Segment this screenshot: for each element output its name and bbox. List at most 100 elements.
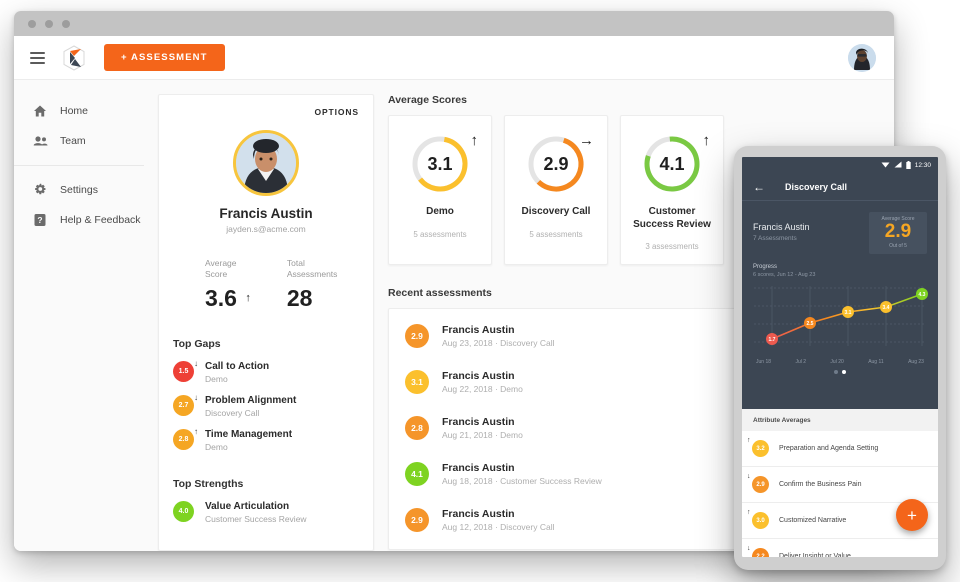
point-label: 4.3: [919, 292, 926, 298]
score-badge: 2.9: [405, 324, 429, 348]
profile-card: OPTIONS Francis Austin jayden.s@acme.com…: [158, 94, 374, 551]
chart-points: 1.7 2.5 3.1 3.4 4.3: [766, 287, 928, 345]
list-item[interactable]: 2.8 ↑ Time Management Demo: [173, 426, 359, 452]
point-label: 2.5: [807, 321, 814, 327]
profile-name: Francis Austin: [219, 206, 313, 221]
score-value: 4.0: [178, 507, 189, 515]
stat-total-assessments: Total Assessments 28: [287, 258, 338, 312]
assessment-type: Demo: [500, 384, 523, 394]
assessment-date: Aug 18, 2018: [442, 476, 493, 486]
score-badge: 4.0: [173, 500, 194, 522]
gauge-card-discovery-call[interactable]: 2.9 → Discovery Call 5 assessments: [504, 115, 608, 265]
signal-icon: [894, 161, 902, 170]
assessment-person: Francis Austin: [442, 508, 515, 520]
profile-photo: [233, 130, 299, 196]
hamburger-icon[interactable]: [30, 51, 45, 64]
list-item[interactable]: 2.7 ↓ Problem Alignment Discovery Call: [173, 393, 359, 418]
assessment-date: Aug 12, 2018: [442, 522, 493, 532]
x-tick-label: Aug 23: [908, 358, 924, 365]
trend-icon: ↓: [194, 358, 198, 368]
point-label: 3.4: [883, 305, 890, 311]
list-item[interactable]: 2.2 ↓ Deliver Insight or Value: [742, 539, 938, 557]
gauge-count: 5 assessments: [413, 229, 467, 239]
average-scores-title: Average Scores: [388, 94, 467, 106]
trend-up-icon: ↑: [245, 291, 251, 304]
sidebar-divider: [14, 165, 144, 166]
gauge-label: Customer Success Review: [633, 206, 711, 230]
mobile-device-mockup: 12:30 ← Discovery Call Francis Austin 7 …: [734, 146, 946, 570]
stat-value: 3.6: [205, 284, 237, 311]
separator: ·: [494, 476, 498, 486]
trend-up-icon: ↑: [470, 132, 479, 149]
window-minimize-button[interactable]: [45, 19, 53, 28]
x-tick-label: Aug 11: [868, 358, 884, 365]
separator: ·: [494, 384, 498, 394]
score-badge: 2.2 ↓: [747, 545, 769, 557]
score-value: 3.0: [756, 517, 765, 524]
window-titlebar: [14, 11, 894, 36]
chart-gridlines: [754, 285, 926, 346]
separator: ·: [494, 430, 498, 440]
sidebar-item-label: Home: [60, 105, 89, 117]
assessment-person: Francis Austin: [442, 324, 515, 336]
gauge-card-customer-success-review[interactable]: 4.1 ↑ Customer Success Review 3 assessme…: [620, 115, 724, 265]
assessment-type: Demo: [500, 430, 523, 440]
attribute-name: Value Articulation: [205, 500, 290, 512]
attribute-name: Problem Alignment: [205, 394, 297, 406]
trend-icon: ↓: [194, 392, 198, 402]
avatar[interactable]: [848, 44, 876, 72]
back-arrow-icon[interactable]: ←: [753, 181, 765, 193]
score-value: 3.2: [756, 445, 765, 452]
app-logo-icon[interactable]: [62, 44, 86, 71]
sidebar-item-home[interactable]: Home: [14, 96, 144, 126]
battery-icon: [906, 160, 911, 171]
top-strengths-title: Top Strengths: [173, 477, 244, 490]
options-button[interactable]: OPTIONS: [173, 107, 359, 117]
assessment-meta: Aug 22, 2018 · Demo: [442, 384, 523, 394]
x-tick-label: Jun 18: [756, 358, 772, 365]
gauge-customer-success-review: 4.1 ↑: [640, 132, 710, 196]
assessment-meta: Aug 12, 2018 · Discovery Call: [442, 522, 555, 532]
help-icon: ?: [32, 212, 48, 228]
gauge-card-demo[interactable]: 3.1 ↑ Demo 5 assessments: [388, 115, 492, 265]
gauge-value: 4.1: [659, 153, 685, 174]
list-item[interactable]: 3.2 ↑ Preparation and Agenda Setting: [742, 431, 938, 467]
window-close-button[interactable]: [28, 19, 36, 28]
clock-label: 12:30: [914, 162, 931, 169]
mobile-person-name: Francis Austin: [753, 222, 810, 232]
score-badge: 1.5 ↓: [173, 359, 198, 382]
pager-dot-active[interactable]: [842, 369, 846, 374]
stat-label-line2: Assessments: [286, 269, 338, 280]
attribute-type: Discovery Call: [205, 407, 260, 418]
assessment-type: Customer Success Review: [500, 476, 602, 486]
window-maximize-button[interactable]: [62, 19, 70, 28]
sidebar-item-label: Help & Feedback: [60, 214, 141, 226]
profile-stats: Average Score 3.6 ↑ Total Assessments 28: [173, 258, 359, 312]
score-badge: 3.1: [405, 370, 429, 394]
list-item[interactable]: 4.0 Value Articulation Customer Success …: [173, 500, 359, 524]
carousel-pager[interactable]: [750, 369, 930, 374]
stat-label-line1: Average: [205, 258, 237, 268]
sidebar-item-settings[interactable]: Settings: [14, 175, 144, 205]
pager-dot[interactable]: [834, 369, 838, 374]
people-icon: [32, 133, 48, 149]
trend-flat-icon: →: [579, 132, 594, 149]
list-item[interactable]: 2.9 ↓ Confirm the Business Pain: [742, 467, 938, 503]
score-value: 2.9: [884, 221, 912, 242]
score-badge: 2.9 ↓: [747, 473, 769, 493]
list-item[interactable]: 1.5 ↓ Call to Action Demo: [173, 359, 359, 384]
sidebar-item-help[interactable]: ? Help & Feedback: [14, 205, 144, 235]
score-value: 1.5: [178, 367, 189, 375]
score-badge: 2.7 ↓: [173, 393, 198, 416]
add-fab-button[interactable]: +: [896, 499, 928, 531]
trend-icon: ↑: [194, 426, 198, 436]
mobile-hero: Francis Austin 7 Assessments Average Sco…: [742, 201, 938, 254]
attribute-averages-panel: Attribute Averages 3.2 ↑ Preparation and…: [742, 409, 938, 557]
progress-subtitle: 6 scores, Jun 12 - Aug 23: [753, 271, 816, 278]
gauge-discovery-call: 2.9 →: [524, 132, 594, 196]
gauge-count: 5 assessments: [529, 229, 583, 239]
trend-up-icon: ↑: [702, 132, 711, 149]
sidebar-item-team[interactable]: Team: [14, 126, 144, 156]
add-assessment-button[interactable]: + ASSESSMENT: [104, 44, 225, 71]
assessment-date: Aug 21, 2018: [442, 430, 493, 440]
